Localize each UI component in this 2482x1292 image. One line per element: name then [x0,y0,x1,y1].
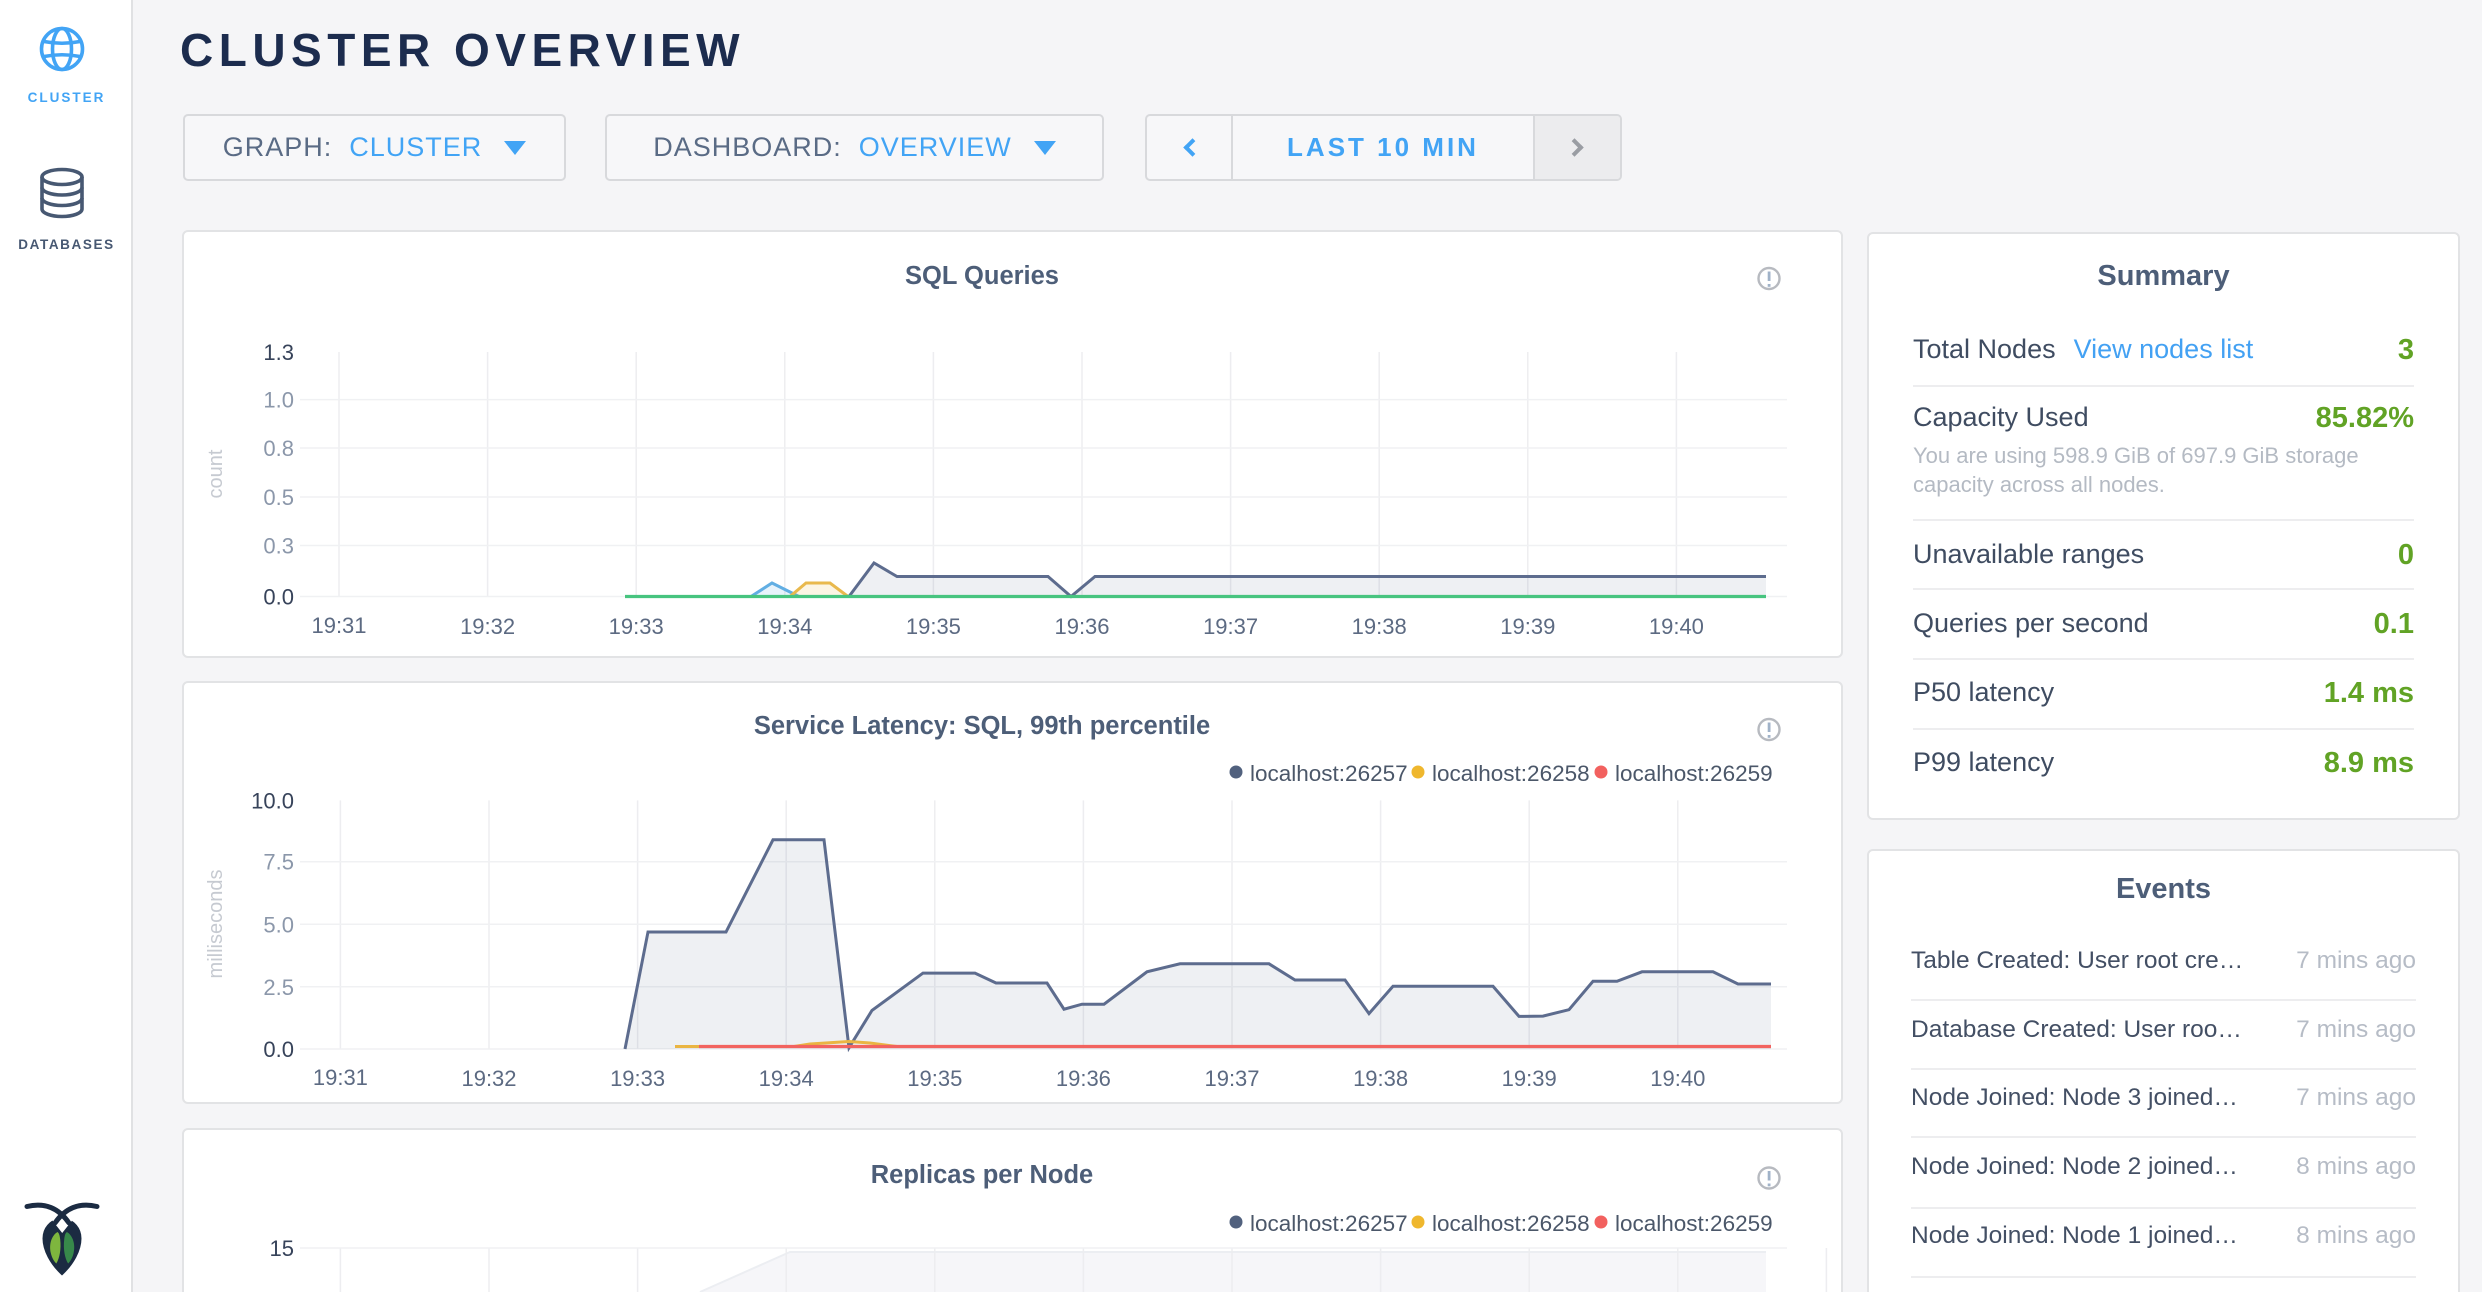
svg-text:2.5: 2.5 [263,975,294,1000]
svg-text:0.8: 0.8 [263,436,294,461]
svg-text:19:39: 19:39 [1502,1066,1557,1091]
svg-text:19:31: 19:31 [313,1065,368,1090]
svg-text:19:31: 19:31 [311,613,366,638]
svg-text:19:32: 19:32 [460,614,515,639]
svg-text:localhost:26257: localhost:26257 [1250,761,1408,786]
svg-text:19:37: 19:37 [1204,1066,1259,1091]
svg-text:19:38: 19:38 [1352,614,1407,639]
svg-text:Service Latency: SQL, 99th per: Service Latency: SQL, 99th percentile [754,712,1210,740]
svg-text:localhost:26257: localhost:26257 [1250,1211,1408,1236]
svg-text:0.3: 0.3 [263,534,294,559]
svg-text:localhost:26258: localhost:26258 [1432,761,1590,786]
svg-text:milliseconds: milliseconds [205,870,227,979]
svg-text:19:32: 19:32 [461,1066,516,1091]
svg-text:5.0: 5.0 [263,912,294,937]
svg-text:19:33: 19:33 [609,614,664,639]
svg-text:19:33: 19:33 [610,1066,665,1091]
svg-text:19:39: 19:39 [1500,614,1555,639]
svg-text:19:34: 19:34 [757,614,812,639]
svg-text:localhost:26258: localhost:26258 [1432,1211,1590,1236]
svg-text:1.3: 1.3 [263,340,294,365]
svg-text:10.0: 10.0 [251,788,294,813]
svg-text:19:35: 19:35 [907,1066,962,1091]
svg-text:7.5: 7.5 [263,850,294,875]
svg-text:19:40: 19:40 [1649,614,1704,639]
svg-text:19:40: 19:40 [1650,1066,1705,1091]
svg-text:15: 15 [270,1236,294,1261]
svg-text:1.0: 1.0 [263,388,294,413]
svg-text:SQL Queries: SQL Queries [905,262,1059,290]
svg-text:19:36: 19:36 [1054,614,1109,639]
svg-text:localhost:26259: localhost:26259 [1615,1211,1773,1236]
svg-text:Replicas per Node: Replicas per Node [871,1161,1094,1189]
svg-text:count: count [205,449,227,498]
svg-text:19:35: 19:35 [906,614,961,639]
svg-text:19:34: 19:34 [759,1066,814,1091]
svg-text:localhost:26259: localhost:26259 [1615,761,1773,786]
svg-text:19:36: 19:36 [1056,1066,1111,1091]
svg-text:19:38: 19:38 [1353,1066,1408,1091]
svg-text:0.5: 0.5 [263,485,294,510]
svg-text:0.0: 0.0 [263,585,294,610]
svg-text:19:37: 19:37 [1203,614,1258,639]
svg-text:0.0: 0.0 [263,1037,294,1062]
